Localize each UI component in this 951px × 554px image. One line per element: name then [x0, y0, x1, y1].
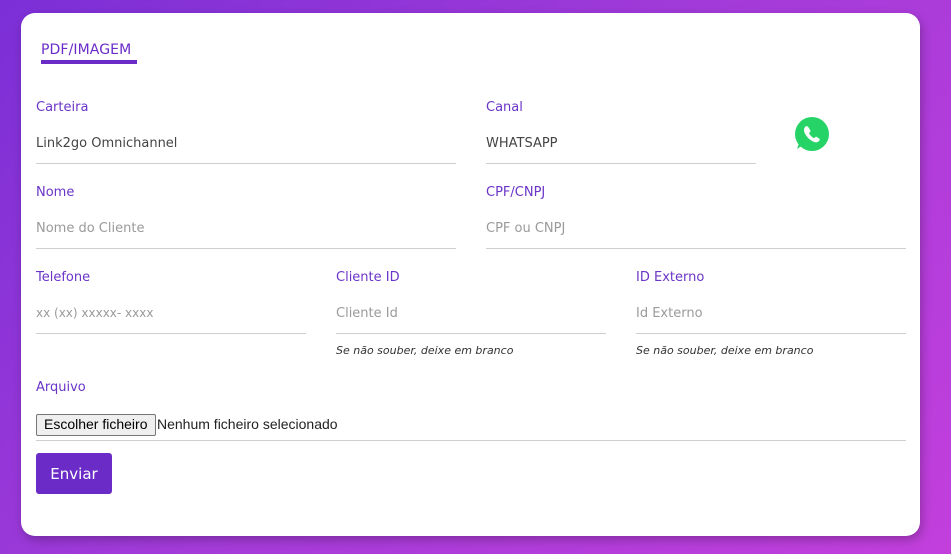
- upload-form-card: PDF/IMAGEM Carteira Link2go Omnichannel …: [21, 13, 920, 536]
- carteira-value[interactable]: Link2go Omnichannel: [36, 136, 177, 151]
- cpf-input[interactable]: CPF ou CNPJ: [486, 221, 565, 236]
- tab-pdf-imagem[interactable]: PDF/IMAGEM: [41, 42, 131, 58]
- cpf-underline: [486, 248, 906, 249]
- submit-button[interactable]: Enviar: [36, 453, 112, 494]
- active-tab-indicator: [41, 60, 137, 64]
- telefone-underline: [36, 333, 306, 334]
- id-externo-label: ID Externo: [636, 270, 705, 285]
- id-externo-underline: [636, 333, 906, 334]
- cliente-id-underline: [336, 333, 606, 334]
- file-input[interactable]: Escolher ficheiro Nenhum ficheiro seleci…: [36, 414, 906, 442]
- nome-underline: [36, 248, 456, 249]
- canal-underline: [486, 163, 756, 164]
- cliente-id-label: Cliente ID: [336, 270, 400, 285]
- arquivo-label: Arquivo: [36, 380, 86, 395]
- id-externo-hint: Se não souber, deixe em branco: [636, 344, 814, 357]
- carteira-underline: [36, 163, 456, 164]
- carteira-label: Carteira: [36, 100, 89, 115]
- cliente-id-hint: Se não souber, deixe em branco: [336, 344, 514, 357]
- cliente-id-input[interactable]: Cliente Id: [336, 306, 398, 321]
- telefone-input[interactable]: xx (xx) xxxxx- xxxx: [36, 306, 153, 320]
- canal-label: Canal: [486, 100, 523, 115]
- nome-input[interactable]: Nome do Cliente: [36, 221, 144, 236]
- canal-value[interactable]: WHATSAPP: [486, 136, 558, 151]
- id-externo-input[interactable]: Id Externo: [636, 306, 703, 321]
- telefone-label: Telefone: [36, 270, 91, 285]
- arquivo-underline: [36, 440, 906, 441]
- whatsapp-icon: [792, 114, 833, 155]
- file-status: Nenhum ficheiro selecionado: [157, 416, 338, 432]
- nome-label: Nome: [36, 185, 75, 200]
- choose-file-button[interactable]: Escolher ficheiro: [36, 414, 156, 436]
- cpf-label: CPF/CNPJ: [486, 185, 546, 200]
